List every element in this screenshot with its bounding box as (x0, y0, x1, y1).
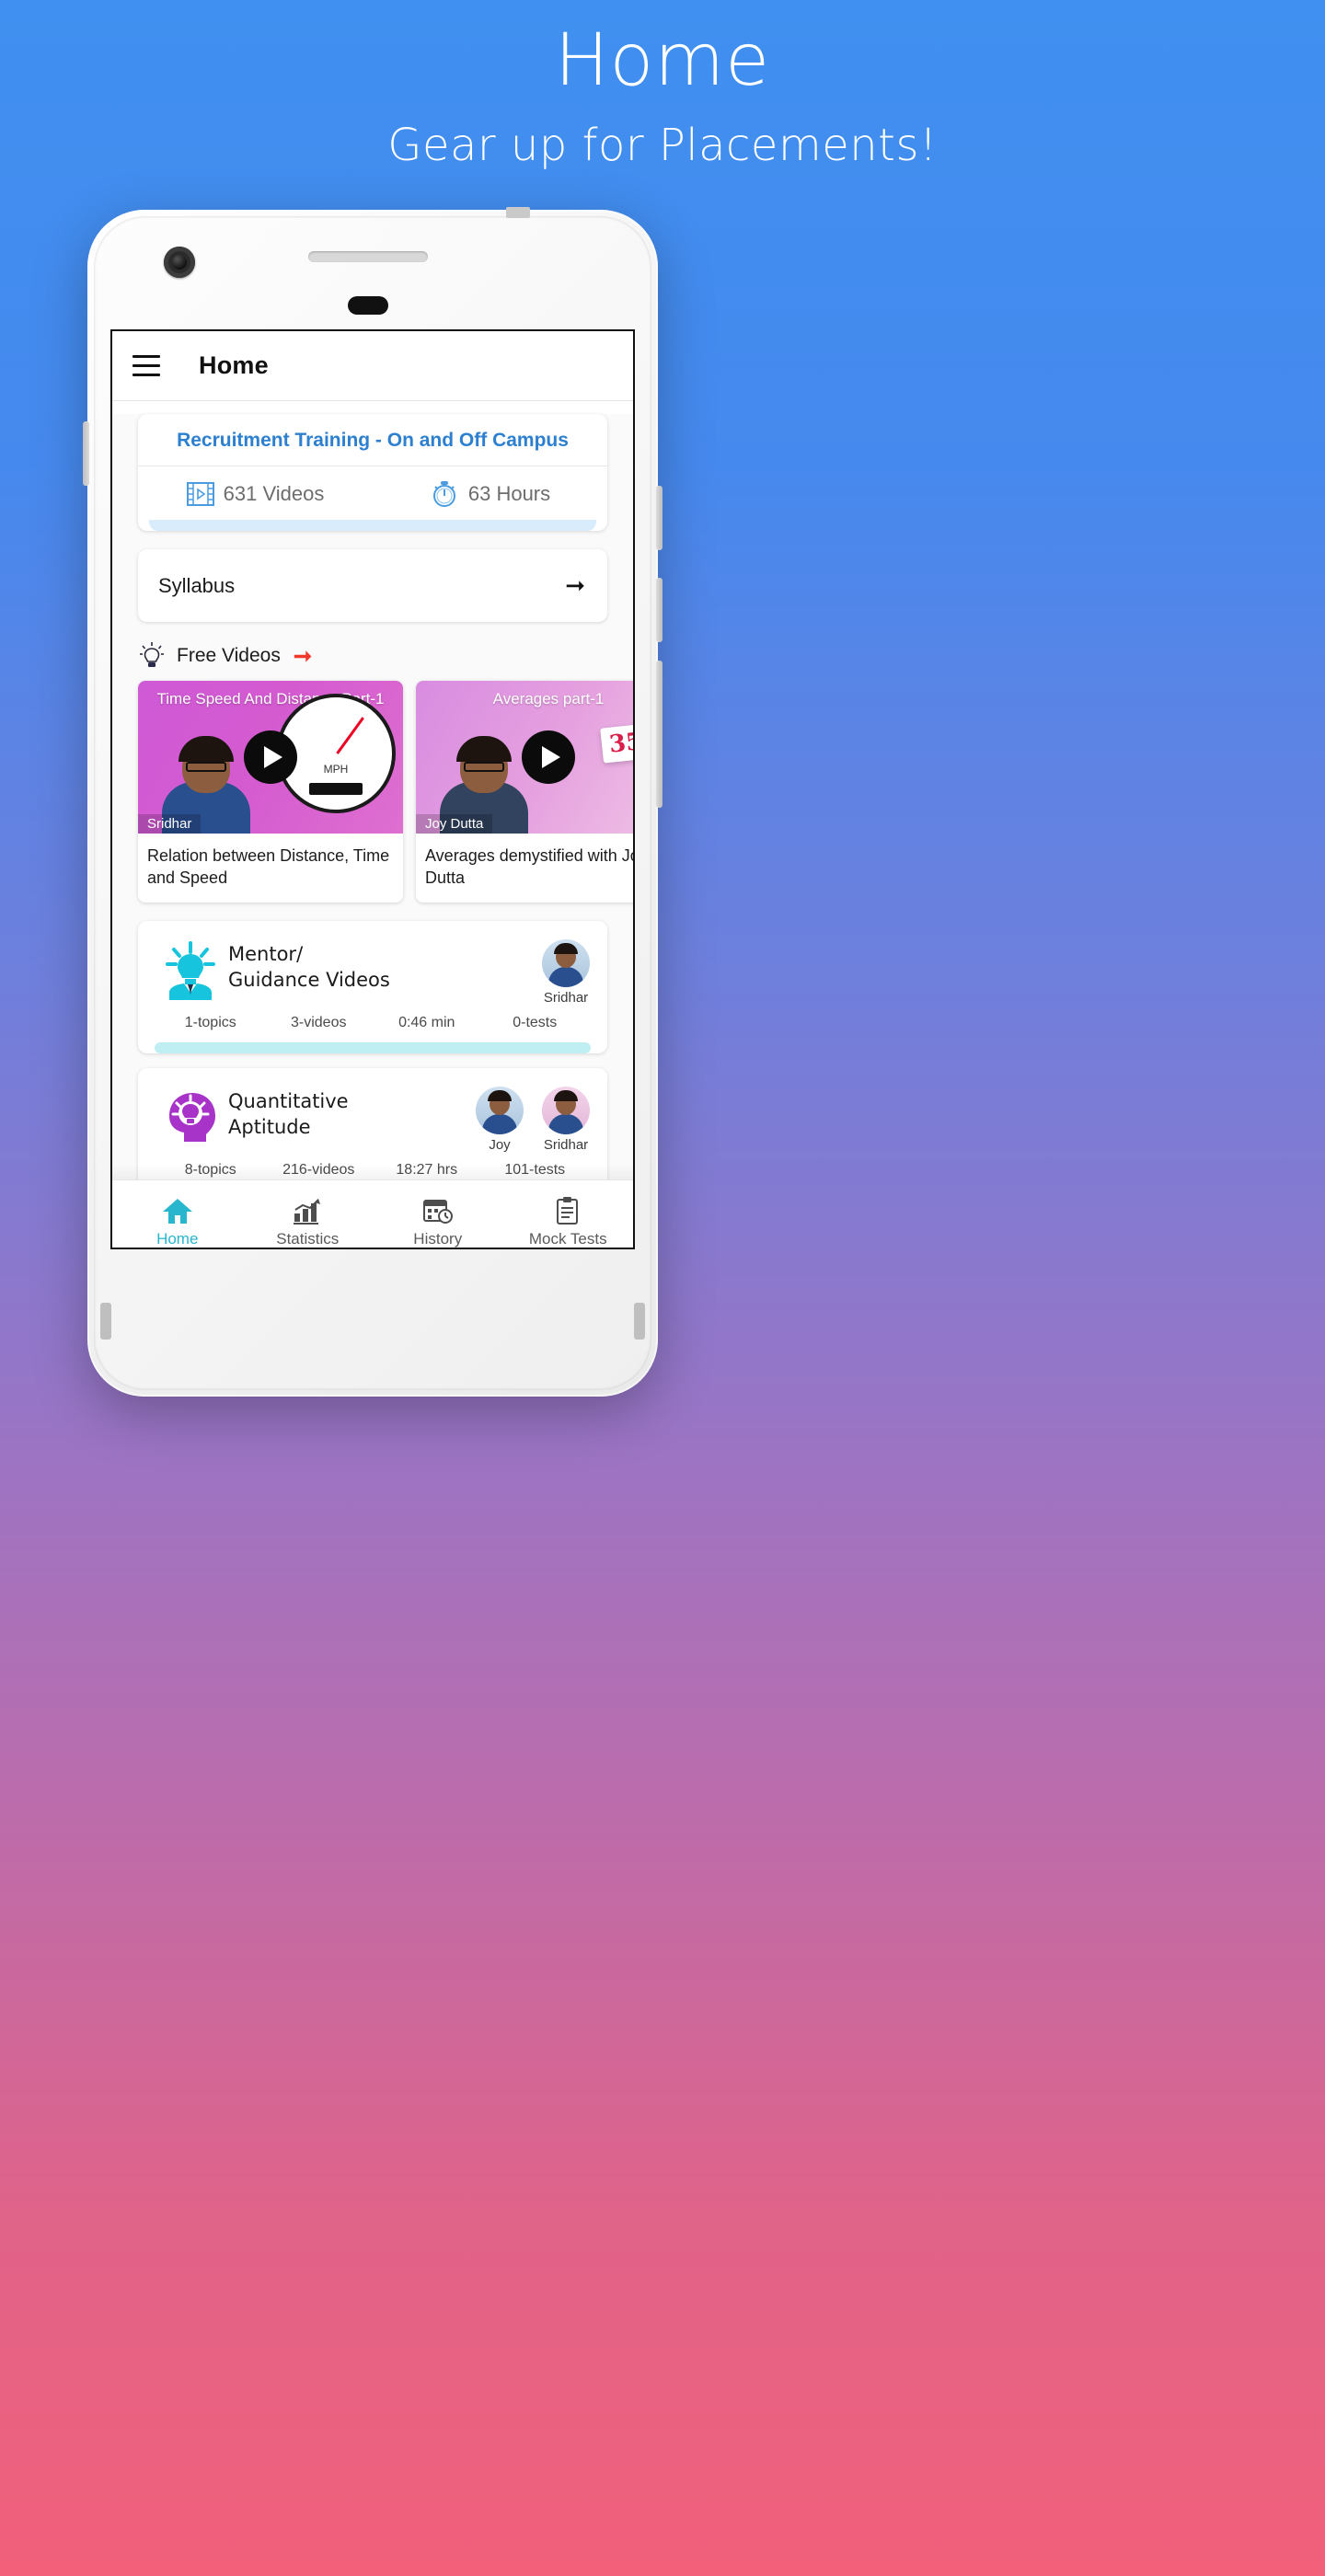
side-button-3[interactable] (656, 661, 662, 808)
stat-videos: 216-videos (282, 1161, 355, 1178)
syllabus-row[interactable]: Syllabus ➞ (138, 549, 607, 622)
side-button-1[interactable] (656, 486, 662, 550)
video-card[interactable]: Time Speed And Distance Part-1 MPH Sridh… (138, 681, 403, 903)
promo-title: Home (554, 19, 771, 102)
course-title-line2: Guidance Videos (228, 968, 390, 991)
course-title: Mentor/ Guidance Videos (228, 937, 539, 993)
arrow-right-red-icon[interactable]: ➞ (294, 643, 312, 670)
recruitment-training-card[interactable]: Recruitment Training - On and Off Campus (138, 414, 607, 531)
app-screen: Home Recruitment Training - On and Off C… (110, 329, 635, 1249)
course-title-line2: Aptitude (228, 1115, 311, 1138)
nav-item-history[interactable]: History (373, 1180, 503, 1248)
course-card-mentor[interactable]: Mentor/ Guidance Videos Sridhar 1-topics (138, 920, 607, 1053)
video-thumbnail[interactable]: Time Speed And Distance Part-1 MPH Sridh… (138, 681, 403, 834)
nav-label-mock-tests: Mock Tests (528, 1229, 607, 1248)
recruitment-stats: 631 Videos 63 Hours (138, 466, 607, 520)
free-videos-label: Free Videos (177, 645, 281, 666)
hours-count-label: 63 Hours (467, 482, 551, 505)
video-caption: Relation between Distance, Time and Spee… (147, 846, 390, 888)
course-title: Quantitative Aptitude (228, 1085, 473, 1140)
avatar (476, 1086, 524, 1134)
course-title-line1: Quantitative (228, 1089, 349, 1112)
stat-topics: 1-topics (184, 1014, 236, 1030)
course-avatars: Sridhar (539, 937, 593, 1006)
stopwatch-icon (432, 481, 455, 507)
stat-topics: 8-topics (184, 1161, 236, 1178)
home-button[interactable] (348, 296, 388, 315)
hamburger-icon[interactable] (132, 355, 160, 376)
course-progress-bar (155, 1041, 591, 1053)
play-icon[interactable] (522, 730, 575, 784)
course-header: Mentor/ Guidance Videos Sridhar (138, 921, 607, 1006)
stat-duration: 18:27 hrs (396, 1161, 458, 1178)
lightbulb-icon (140, 642, 164, 667)
nav-item-mock-tests[interactable]: Mock Tests (503, 1180, 634, 1248)
avatar-item[interactable]: Joy (473, 1086, 526, 1153)
free-videos-list[interactable]: Time Speed And Distance Part-1 MPH Sridh… (112, 681, 633, 903)
videos-count-label: 631 Videos (223, 482, 325, 505)
course-title-line1: Mentor/ (228, 942, 304, 965)
avatar-name: Sridhar (543, 1136, 589, 1153)
bar-chart-icon (294, 1198, 321, 1225)
bottom-navigation: Home Statistics History Mock Tests (112, 1179, 634, 1248)
nav-label-statistics: Statistics (276, 1229, 340, 1248)
calendar-clock-icon (422, 1199, 453, 1224)
presenter-name: Sridhar (138, 814, 202, 834)
recruitment-title: Recruitment Training - On and Off Campus (138, 414, 607, 466)
video-card[interactable]: Averages part-1 357 Joy Dutta Averages d… (416, 681, 635, 903)
phone-mockup: Home Recruitment Training - On and Off C… (83, 207, 662, 1397)
arrow-right-icon[interactable]: ➞ (565, 571, 585, 600)
phone-top-notch (506, 207, 530, 218)
recruitment-progress-bar (149, 520, 596, 531)
avatar (542, 1086, 590, 1134)
play-icon[interactable] (244, 730, 297, 784)
video-thumbnail[interactable]: Averages part-1 357 Joy Dutta (416, 681, 633, 834)
stat-duration: 0:46 min (398, 1014, 455, 1030)
front-camera-icon (164, 247, 195, 278)
promo-header: Home Gear up for Placements! (0, 0, 1325, 171)
stat-tests: 101-tests (504, 1161, 566, 1178)
nav-label-home: Home (156, 1229, 199, 1248)
nav-label-history: History (413, 1229, 463, 1248)
overlay-number: 357 (599, 721, 633, 764)
promo-subtitle: Gear up for Placements! (387, 119, 938, 171)
videos-stat: 631 Videos (138, 479, 373, 509)
avatar-item[interactable]: Sridhar (539, 938, 593, 1006)
course-header: Quantitative Aptitude Joy Sridhar (138, 1068, 607, 1153)
phone-chin-left (100, 1303, 111, 1340)
film-strip-icon (186, 482, 214, 506)
brain-lightbulb-icon (153, 1085, 228, 1145)
clipboard-icon (557, 1196, 579, 1225)
app-bar: Home (112, 331, 633, 401)
volume-button[interactable] (83, 421, 89, 486)
page-title: Home (199, 351, 269, 379)
course-avatars: Joy Sridhar (473, 1085, 593, 1153)
mentor-lightbulb-person-icon (153, 937, 228, 1000)
home-icon (162, 1198, 192, 1224)
video-caption: Averages demystified with Joy Dutta (425, 846, 635, 888)
avatar-name: Sridhar (543, 989, 589, 1006)
avatar-name: Joy (489, 1136, 511, 1153)
side-button-2[interactable] (656, 578, 662, 642)
avatar (542, 938, 590, 987)
free-videos-header[interactable]: Free Videos ➞ (112, 622, 633, 681)
course-stats: 1-topics 3-videos 0:46 min 0-tests (138, 1006, 607, 1042)
stat-tests: 0-tests (513, 1014, 558, 1030)
phone-chin-right (634, 1303, 645, 1340)
presenter-name: Joy Dutta (416, 814, 493, 834)
earpiece-speaker (308, 251, 428, 262)
scroll-content[interactable]: Recruitment Training - On and Off Campus (112, 414, 634, 1248)
nav-item-home[interactable]: Home (112, 1180, 243, 1248)
stat-videos: 3-videos (291, 1014, 347, 1030)
hours-stat: 63 Hours (373, 479, 607, 509)
video-thumb-title: Averages part-1 (492, 690, 605, 707)
avatar-item[interactable]: Sridhar (539, 1086, 593, 1153)
nav-item-statistics[interactable]: Statistics (243, 1180, 374, 1248)
syllabus-label: Syllabus (158, 573, 236, 597)
gauge-unit-label: MPH (323, 763, 349, 776)
